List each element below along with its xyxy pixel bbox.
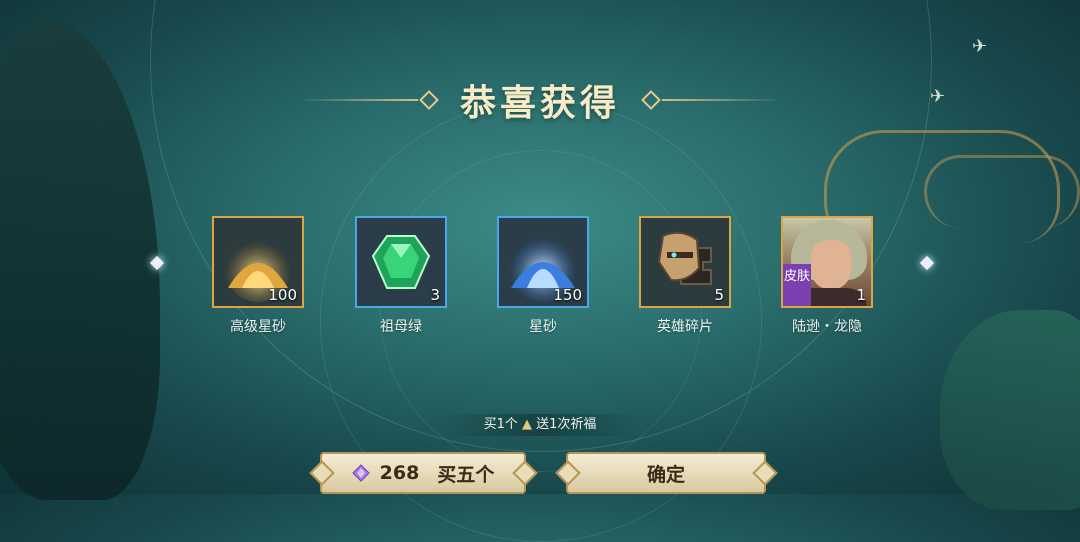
confirm-label: 确定 bbox=[646, 463, 685, 486]
reward-item-skin[interactable]: 皮肤 1 陆逊・龙隐 bbox=[779, 216, 875, 336]
confirm-button[interactable]: 确定 bbox=[566, 452, 766, 494]
background-rock-right bbox=[940, 310, 1080, 510]
diamond-icon bbox=[641, 90, 661, 110]
buy-label: 买五个 bbox=[437, 463, 495, 486]
cloud-ornament bbox=[924, 155, 1080, 228]
reward-name: 陆逊・龙隐 bbox=[792, 319, 862, 335]
title-bar: 恭喜获得 bbox=[0, 72, 1080, 128]
reward-slot: 100 bbox=[212, 216, 304, 308]
reward-name: 高级星砂 bbox=[230, 319, 286, 335]
reward-item-star-sand[interactable]: 150 星砂 bbox=[495, 216, 591, 336]
page-title: 恭喜获得 bbox=[459, 83, 620, 124]
reward-slot: 3 bbox=[355, 216, 447, 308]
reward-count: 1 bbox=[856, 286, 866, 304]
reward-slot: 5 bbox=[639, 216, 731, 308]
diamond-currency-icon bbox=[351, 464, 370, 482]
reward-slot: 150 bbox=[497, 216, 589, 308]
diamond-icon bbox=[419, 90, 439, 110]
skin-badge: 皮肤 bbox=[783, 264, 811, 306]
title-ornament-right bbox=[662, 99, 782, 101]
reward-name: 祖母绿 bbox=[380, 319, 422, 335]
blessing-icon: ▲ bbox=[522, 417, 532, 432]
reward-name: 星砂 bbox=[529, 319, 557, 335]
bird-icon: ✈ bbox=[972, 36, 988, 57]
reward-count: 3 bbox=[430, 286, 440, 304]
reward-name: 英雄碎片 bbox=[657, 319, 713, 335]
title-ornament-left bbox=[297, 99, 418, 101]
reward-count: 150 bbox=[553, 286, 582, 304]
reward-item-emerald[interactable]: 3 祖母绿 bbox=[353, 216, 449, 336]
buy-five-button[interactable]: 268 买五个 bbox=[320, 452, 526, 494]
promo-text-before: 买1个 bbox=[483, 417, 518, 432]
reward-item-gold-sand[interactable]: 100 高级星砂 bbox=[210, 216, 306, 336]
reward-count: 5 bbox=[714, 286, 724, 304]
promo-text: 买1个 ▲ 送1次祈福 bbox=[440, 414, 640, 436]
promo-text-after: 送1次祈福 bbox=[536, 417, 597, 432]
reward-count: 100 bbox=[268, 286, 297, 304]
reward-item-hero-fragment[interactable]: 5 英雄碎片 bbox=[637, 216, 733, 336]
sparkle-icon bbox=[919, 255, 935, 271]
reward-slot: 皮肤 1 bbox=[781, 216, 873, 308]
buy-price: 268 bbox=[379, 462, 420, 484]
